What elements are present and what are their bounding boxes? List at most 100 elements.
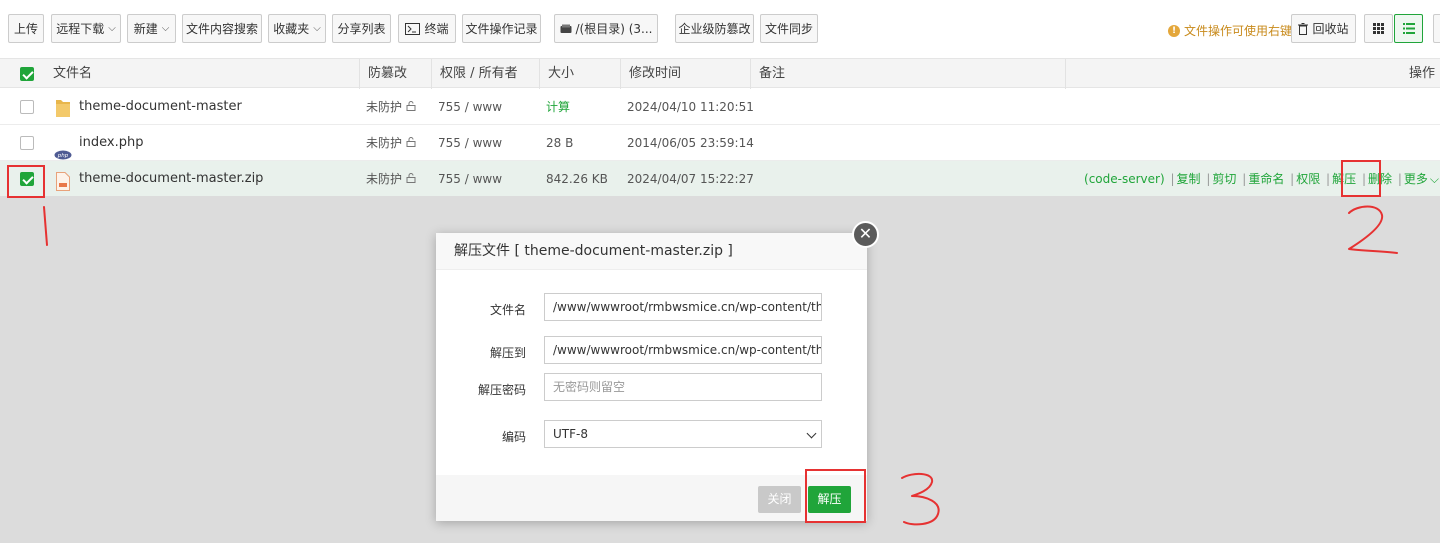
annotation-number-2	[1348, 205, 1398, 254]
share-list-button[interactable]: 分享列表	[332, 14, 391, 43]
file-name[interactable]: theme-document-master.zip	[79, 161, 263, 197]
col-name[interactable]: 文件名	[45, 59, 92, 89]
file-size: 28 B	[546, 136, 574, 150]
folder-icon	[55, 96, 71, 117]
col-size[interactable]: 大小	[539, 59, 574, 89]
content-search-button[interactable]: 文件内容搜索	[182, 14, 262, 43]
table-row[interactable]: theme-document-master.zip 未防护 755 / www …	[0, 161, 1440, 197]
separator: |	[1290, 172, 1295, 186]
terminal-button[interactable]: 终端	[398, 14, 456, 43]
table-row[interactable]: php index.php 未防护 755 / www 28 B 2014/06…	[0, 125, 1440, 161]
file-sync-button[interactable]: 文件同步	[760, 14, 818, 43]
new-button[interactable]: 新建 ⌵	[127, 14, 176, 43]
recycle-bin-label: 回收站	[1312, 22, 1349, 36]
remote-download-label: 远程下载	[56, 22, 105, 36]
encoding-value: UTF-8	[553, 427, 588, 441]
tamper-status[interactable]: 未防护	[366, 125, 402, 161]
root-dir-label: /(根目录) (3...	[575, 22, 653, 36]
separator: |	[1206, 172, 1211, 186]
favorites-label: 收藏夹	[273, 22, 310, 36]
encoding-select[interactable]: UTF-8	[544, 420, 822, 448]
list-icon	[1402, 23, 1415, 34]
password-label: 解压密码	[477, 383, 526, 397]
cut-link[interactable]: 剪切	[1212, 172, 1236, 186]
separator: |	[1397, 172, 1402, 186]
row-actions: (code-server) | 复制 | 剪切 | 重命名 | 权限 | 解压 | 删除 |…	[1083, 161, 1440, 197]
unlock-icon	[406, 89, 416, 125]
chevron-down-icon: ⌵	[108, 23, 116, 34]
code-server-link[interactable]: (code-server)	[1084, 172, 1165, 186]
list-view-button[interactable]	[1394, 14, 1423, 43]
file-name[interactable]: index.php	[79, 125, 143, 161]
file-ops-log-label: 文件操作记录	[465, 22, 538, 36]
favorites-button[interactable]: 收藏夹 ⌵	[268, 14, 326, 43]
col-ops: 操作	[1065, 59, 1440, 89]
grid-icon	[1373, 23, 1384, 34]
copy-link[interactable]: 复制	[1177, 172, 1201, 186]
chevron-down-icon	[806, 428, 817, 439]
annotation-box-3	[805, 469, 866, 523]
grid-view-button[interactable]	[1364, 14, 1393, 43]
trash-icon	[1298, 22, 1309, 35]
extract-to-input[interactable]: /www/wwwroot/rmbwsmice.cn/wp-content/the…	[544, 336, 822, 364]
col-mtime[interactable]: 修改时间	[620, 59, 681, 89]
file-sync-label: 文件同步	[764, 22, 813, 36]
root-dir-button[interactable]: /(根目录) (3...	[554, 14, 658, 43]
perm-owner[interactable]: 755 / www	[438, 125, 502, 161]
upload-label: 上传	[13, 22, 38, 36]
dialog-title: 解压文件 [ theme-document-master.zip ]	[436, 233, 867, 270]
file-name[interactable]: theme-document-master	[79, 89, 242, 125]
col-tamper: 防篡改	[359, 59, 407, 89]
annotation-box-2	[1341, 160, 1381, 197]
annotation-number-1	[43, 206, 48, 246]
annotation-box-1	[7, 165, 45, 198]
file-ops-log-button[interactable]: 文件操作记录	[462, 14, 541, 43]
mtime: 2024/04/10 11:20:51	[627, 100, 754, 114]
zip-file-icon	[56, 169, 70, 191]
new-label: 新建	[133, 22, 158, 36]
select-all-checkbox[interactable]	[20, 67, 34, 81]
more-link[interactable]: 更多	[1404, 172, 1428, 186]
rename-link[interactable]: 重命名	[1248, 172, 1284, 186]
toolbar: 上传 远程下载 ⌵ 新建 ⌵ 文件内容搜索 收藏夹 ⌵ 分享列表 终端 文件操作记录 …	[0, 0, 1440, 58]
recycle-bin-button[interactable]: 回收站	[1291, 14, 1356, 43]
file-name-label: 文件名	[489, 303, 526, 317]
password-input[interactable]: 无密码则留空	[544, 373, 822, 401]
php-file-icon: php	[54, 138, 72, 160]
share-list-label: 分享列表	[337, 22, 386, 36]
close-button[interactable]: 关闭	[758, 486, 801, 513]
upload-button[interactable]: 上传	[8, 14, 44, 43]
disk-icon	[560, 24, 572, 34]
permission-link[interactable]: 权限	[1296, 172, 1320, 186]
unlock-icon	[406, 161, 416, 197]
chevron-down-icon: ⌵	[1429, 172, 1439, 186]
tamper-status[interactable]: 未防护	[366, 89, 402, 125]
enterprise-tamper-label: 企业级防篡改	[678, 22, 751, 36]
extract-dialog: 解压文件 [ theme-document-master.zip ] 文件名 /…	[436, 233, 867, 521]
info-icon: !	[1168, 24, 1180, 37]
chevron-down-icon: ⌵	[313, 23, 321, 34]
enterprise-tamper-button[interactable]: 企业级防篡改	[675, 14, 754, 43]
size-calc-link[interactable]: 计算	[546, 89, 570, 125]
mtime: 2024/04/07 15:22:27	[627, 172, 754, 186]
extract-to-label: 解压到	[489, 346, 526, 360]
content-search-label: 文件内容搜索	[185, 22, 258, 36]
tamper-status[interactable]: 未防护	[366, 161, 402, 197]
annotation-number-3	[901, 472, 940, 526]
toolbar-overflow-button[interactable]	[1433, 14, 1440, 43]
row-checkbox[interactable]	[20, 100, 34, 114]
perm-owner[interactable]: 755 / www	[438, 89, 502, 125]
file-size: 842.26 KB	[546, 172, 608, 186]
separator: |	[1242, 172, 1247, 186]
unlock-icon	[406, 125, 416, 161]
close-icon[interactable]: ✕	[852, 221, 879, 248]
row-checkbox[interactable]	[20, 136, 34, 150]
encoding-label: 编码	[501, 430, 526, 444]
table-row[interactable]: theme-document-master 未防护 755 / www 计算 2…	[0, 89, 1440, 125]
perm-owner[interactable]: 755 / www	[438, 161, 502, 197]
hint-label: 文件操作可使用右键	[1184, 24, 1293, 38]
file-name-input[interactable]: /www/wwwroot/rmbwsmice.cn/wp-content/the…	[544, 293, 822, 321]
terminal-icon	[405, 22, 421, 35]
right-click-hint: ! 文件操作可使用右键	[1168, 22, 1292, 39]
remote-download-button[interactable]: 远程下载 ⌵	[51, 14, 121, 43]
